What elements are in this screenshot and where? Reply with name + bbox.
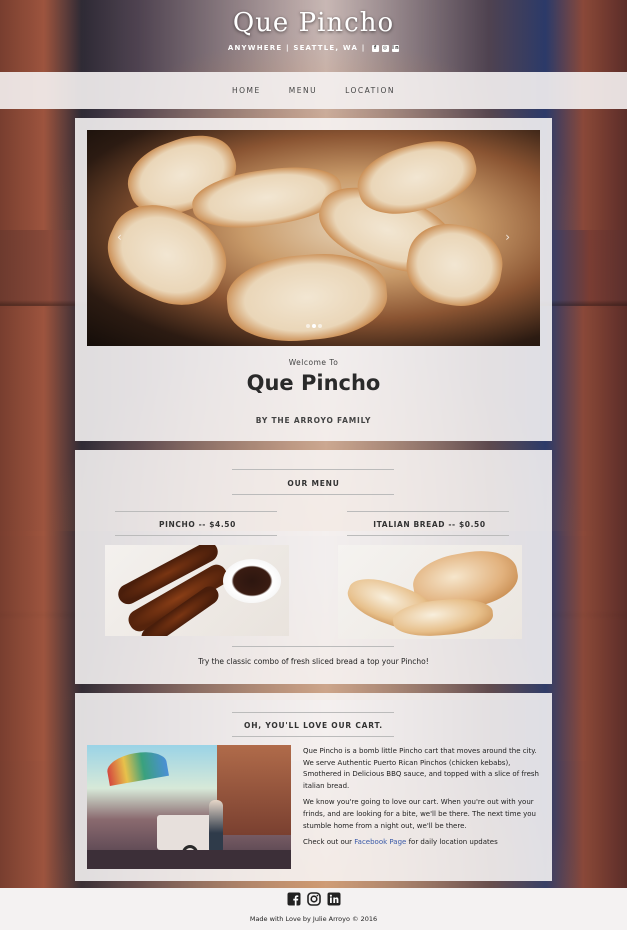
nav-item-menu[interactable]: MENU [275,86,331,95]
about-title-em: LOVE [303,721,328,730]
about-section-title: OH, YOU'LL LOVE OUR CART. [75,721,552,730]
about-p3-pre: Check out our [303,838,355,847]
menu-section-title: OUR MENU [287,479,340,488]
divider [232,646,394,647]
hero-panel: ‹ › Welcome To Que Pincho BY THE ARROYO … [75,118,552,441]
byline: BY THE ARROYO FAMILY [255,416,372,425]
nav-item-home[interactable]: HOME [218,86,275,95]
divider [115,511,277,512]
menu-item-bread-title: ITALIAN BREAD -- $0.50 [373,520,486,529]
menu-item-pincho-title: PINCHO -- $4.50 [159,520,236,529]
carousel-dot-active[interactable] [311,324,316,328]
instagram-icon[interactable]: ◎ [382,44,390,52]
about-text: Que Pincho is a bomb little Pincho cart … [303,746,543,854]
about-paragraph-2: We know you're going to love our cart. W… [303,798,536,830]
combo-text: Try the classic combo of fresh sliced br… [198,657,429,666]
sauce-bowl-image [223,559,281,603]
site-footer: Made with Love by Julie Arroyo © 2016 [0,888,627,930]
about-panel: OH, YOU'LL LOVE OUR CART. Que Pincho is … [75,693,552,881]
about-title-pre: OH, YOU'LL [244,721,304,730]
linkedin-icon[interactable] [327,892,341,906]
carousel-prev-arrow[interactable]: ‹ [117,230,122,244]
carousel-next-arrow[interactable]: › [505,230,510,244]
instagram-icon[interactable] [306,892,321,906]
carousel-dot[interactable] [317,324,322,328]
facebook-icon[interactable] [287,892,301,906]
tagline: ANYWHERE | SEATTLE, WA | f ◎ in [0,44,627,52]
hero-title: Que Pincho [246,371,381,395]
ground-image [87,850,291,869]
footer-credit: Made with Love by Julie Arroyo © 2016 [249,915,378,923]
about-p3-post: for daily location updates [406,838,498,847]
linkedin-icon[interactable]: in [392,44,400,52]
site-title[interactable]: Que Pincho [0,8,627,38]
building-image [217,745,291,835]
image-carousel[interactable]: ‹ › [87,130,540,346]
facebook-icon[interactable]: f [372,44,380,52]
about-paragraph-1: Que Pincho is a bomb little Pincho cart … [303,747,539,790]
pincho-image [105,545,289,636]
divider [232,712,394,713]
bread-image [338,545,522,639]
divider [347,511,509,512]
tagline-text: ANYWHERE | SEATTLE, WA | [227,44,366,52]
carousel-indicators [87,313,540,332]
about-paragraph-3: Check out our Facebook Page for daily lo… [303,837,543,849]
divider [232,494,394,495]
umbrella-image [105,748,169,786]
facebook-page-link[interactable]: Facebook Page [354,838,406,846]
cart-image [157,815,212,850]
person-image [209,800,223,855]
about-title-post: OUR CART. [327,721,383,730]
footer-social-icons [0,892,627,906]
carousel-dot[interactable] [305,324,310,328]
nav-item-location[interactable]: LOCATION [331,86,409,95]
cart-photo [87,745,291,869]
divider [232,736,394,737]
divider [232,469,394,470]
divider [347,535,509,536]
main-nav: HOME MENU LOCATION [0,72,627,109]
welcome-text: Welcome To [288,358,339,367]
site-header: Que Pincho ANYWHERE | SEATTLE, WA | f ◎ in [0,0,627,72]
menu-panel: OUR MENU PINCHO -- $4.50 ITALIAN BREAD -… [75,450,552,684]
divider [115,535,277,536]
